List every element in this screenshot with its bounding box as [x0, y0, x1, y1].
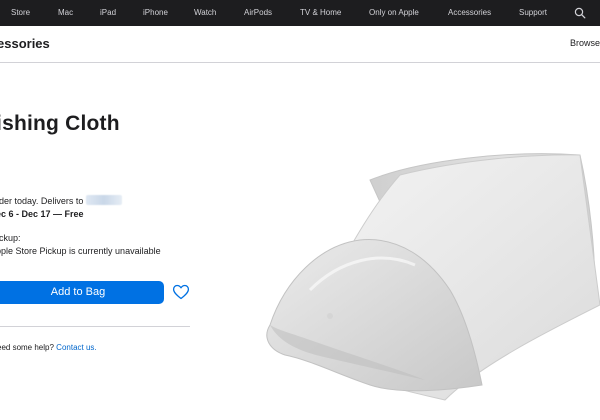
search-icon[interactable] — [574, 7, 586, 19]
add-to-bag-button[interactable]: Add to Bag — [0, 281, 164, 304]
product-title: lishing Cloth — [0, 112, 120, 135]
nav-item-watch[interactable]: Watch — [194, 0, 216, 26]
nav-item-tv-home[interactable]: TV & Home — [300, 0, 341, 26]
help-section: eed some help? Contact us. — [0, 343, 97, 352]
pickup-label: ickup: — [0, 233, 21, 243]
nav-item-iphone[interactable]: iPhone — [143, 0, 168, 26]
nav-item-support[interactable]: Support — [519, 0, 547, 26]
zip-code-link[interactable] — [86, 195, 123, 205]
nav-item-accessories[interactable]: Accessories — [448, 0, 491, 26]
browse-link[interactable]: Browse — [570, 38, 600, 48]
nav-item-only-on-apple[interactable]: Only on Apple — [369, 0, 419, 26]
nav-item-ipad[interactable]: iPad — [100, 0, 116, 26]
contact-us-link[interactable]: Contact us. — [56, 343, 96, 352]
polishing-cloth-image — [266, 153, 600, 401]
divider — [0, 326, 190, 327]
category-title: essories — [0, 36, 50, 51]
nav-item-airpods[interactable]: AirPods — [244, 0, 272, 26]
delivery-dates: ec 6 - Dec 17 — Free — [0, 209, 84, 219]
delivery-text: rder today. Delivers to — [0, 196, 84, 206]
help-text: eed some help? — [0, 343, 54, 352]
delivery-info: rder today. Delivers to — [0, 195, 123, 206]
pickup-status: pple Store Pickup is currently unavailab… — [0, 246, 161, 256]
global-nav: Store Mac iPad iPhone Watch AirPods TV &… — [0, 0, 600, 26]
heart-icon[interactable] — [172, 283, 190, 301]
nav-item-mac[interactable]: Mac — [58, 0, 73, 26]
category-header: essories Browse — [0, 26, 600, 63]
nav-item-store[interactable]: Store — [11, 0, 30, 26]
